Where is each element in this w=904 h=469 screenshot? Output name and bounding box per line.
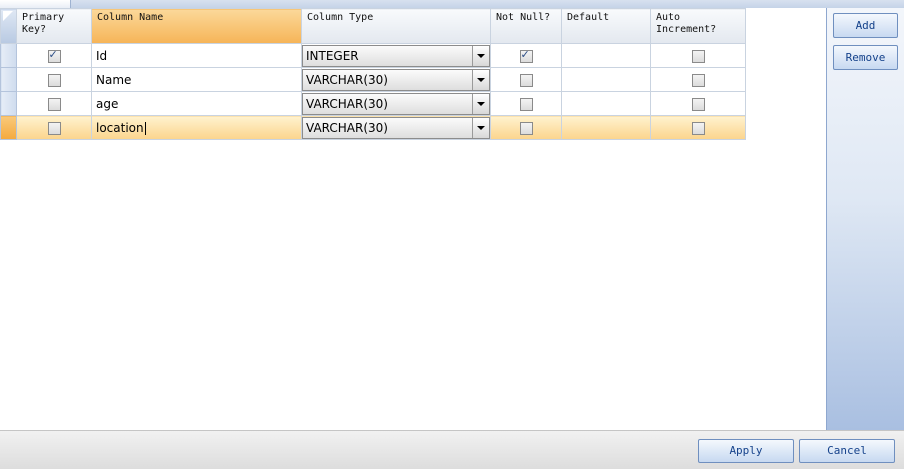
checkbox-icon[interactable] bbox=[47, 97, 61, 111]
default-cell[interactable] bbox=[561, 67, 651, 92]
table-row: age VARCHAR(30) bbox=[0, 91, 746, 116]
column-type-select[interactable]: INTEGER bbox=[302, 45, 490, 67]
checkbox-icon[interactable] bbox=[519, 48, 533, 63]
add-button[interactable]: Add bbox=[833, 13, 898, 38]
column-type-select[interactable]: VARCHAR(30) bbox=[302, 69, 490, 91]
row-selector[interactable] bbox=[0, 115, 17, 140]
auto-increment-cell[interactable] bbox=[650, 115, 746, 140]
primary-key-cell[interactable] bbox=[16, 115, 92, 140]
checkbox-icon[interactable] bbox=[691, 97, 705, 111]
checkbox-icon[interactable] bbox=[47, 73, 61, 87]
column-type-value: VARCHAR(30) bbox=[306, 73, 388, 87]
not-null-cell[interactable] bbox=[490, 67, 562, 92]
dropdown-arrow-icon[interactable] bbox=[472, 46, 489, 66]
remove-button[interactable]: Remove bbox=[833, 45, 898, 70]
column-type-cell[interactable]: VARCHAR(30) bbox=[301, 67, 491, 92]
default-cell[interactable] bbox=[561, 91, 651, 116]
default-cell[interactable] bbox=[561, 115, 651, 140]
checkbox-icon[interactable] bbox=[691, 49, 705, 63]
not-null-cell[interactable] bbox=[490, 115, 562, 140]
header-column-name[interactable]: Column Name bbox=[91, 8, 302, 44]
table-row: Name VARCHAR(30) bbox=[0, 67, 746, 92]
header-column-type[interactable]: Column Type bbox=[301, 8, 491, 44]
column-type-select[interactable]: VARCHAR(30) bbox=[302, 93, 490, 115]
row-selector[interactable] bbox=[0, 43, 17, 68]
header-default[interactable]: Default bbox=[561, 8, 651, 44]
column-name-editor[interactable]: location bbox=[96, 121, 144, 135]
tab-edge bbox=[0, 0, 71, 8]
default-cell[interactable] bbox=[561, 43, 651, 68]
table-row: Id INTEGER bbox=[0, 43, 746, 68]
columns-grid: Primary Key? Column Name Column Type Not… bbox=[0, 8, 827, 430]
header-not-null[interactable]: Not Null? bbox=[490, 8, 562, 44]
row-selector[interactable] bbox=[0, 91, 17, 116]
select-all-corner-icon bbox=[3, 11, 13, 21]
row-selector[interactable] bbox=[0, 67, 17, 92]
checkbox-icon[interactable] bbox=[519, 97, 533, 111]
auto-increment-cell[interactable] bbox=[650, 67, 746, 92]
primary-key-cell[interactable] bbox=[16, 43, 92, 68]
checkbox-icon[interactable] bbox=[519, 73, 533, 87]
primary-key-cell[interactable] bbox=[16, 67, 92, 92]
select-all-corner[interactable] bbox=[0, 8, 17, 44]
column-type-value: INTEGER bbox=[306, 49, 359, 63]
column-type-cell[interactable]: VARCHAR(30) bbox=[301, 115, 491, 140]
primary-key-cell[interactable] bbox=[16, 91, 92, 116]
column-name-cell[interactable]: Name bbox=[91, 67, 302, 92]
column-type-value: VARCHAR(30) bbox=[306, 97, 388, 111]
cancel-button[interactable]: Cancel bbox=[799, 439, 895, 463]
dropdown-arrow-icon[interactable] bbox=[472, 118, 489, 138]
dialog-footer: Apply Cancel bbox=[0, 430, 904, 469]
top-strip bbox=[0, 0, 904, 8]
checkbox-icon[interactable] bbox=[519, 121, 533, 135]
auto-increment-cell[interactable] bbox=[650, 43, 746, 68]
header-primary-key[interactable]: Primary Key? bbox=[16, 8, 92, 44]
column-name-cell[interactable]: location bbox=[91, 115, 302, 140]
header-auto-increment[interactable]: Auto Increment? bbox=[650, 8, 746, 44]
column-name-cell[interactable]: Id bbox=[91, 43, 302, 68]
not-null-cell[interactable] bbox=[490, 91, 562, 116]
checkbox-icon[interactable] bbox=[691, 73, 705, 87]
column-type-cell[interactable]: INTEGER bbox=[301, 43, 491, 68]
column-type-select[interactable]: VARCHAR(30) bbox=[302, 117, 490, 139]
column-type-cell[interactable]: VARCHAR(30) bbox=[301, 91, 491, 116]
side-button-panel: Add Remove bbox=[827, 8, 904, 430]
column-name-cell[interactable]: age bbox=[91, 91, 302, 116]
text-caret bbox=[144, 121, 146, 135]
dropdown-arrow-icon[interactable] bbox=[472, 94, 489, 114]
column-type-value: VARCHAR(30) bbox=[306, 121, 388, 135]
checkbox-icon[interactable] bbox=[47, 121, 61, 135]
apply-button[interactable]: Apply bbox=[698, 439, 794, 463]
columns-table: Primary Key? Column Name Column Type Not… bbox=[0, 8, 746, 140]
table-row-current: location VARCHAR(30) bbox=[0, 115, 746, 140]
auto-increment-cell[interactable] bbox=[650, 91, 746, 116]
checkbox-icon[interactable] bbox=[691, 121, 705, 135]
dropdown-arrow-icon[interactable] bbox=[472, 70, 489, 90]
checkbox-icon[interactable] bbox=[47, 48, 61, 63]
not-null-cell[interactable] bbox=[490, 43, 562, 68]
